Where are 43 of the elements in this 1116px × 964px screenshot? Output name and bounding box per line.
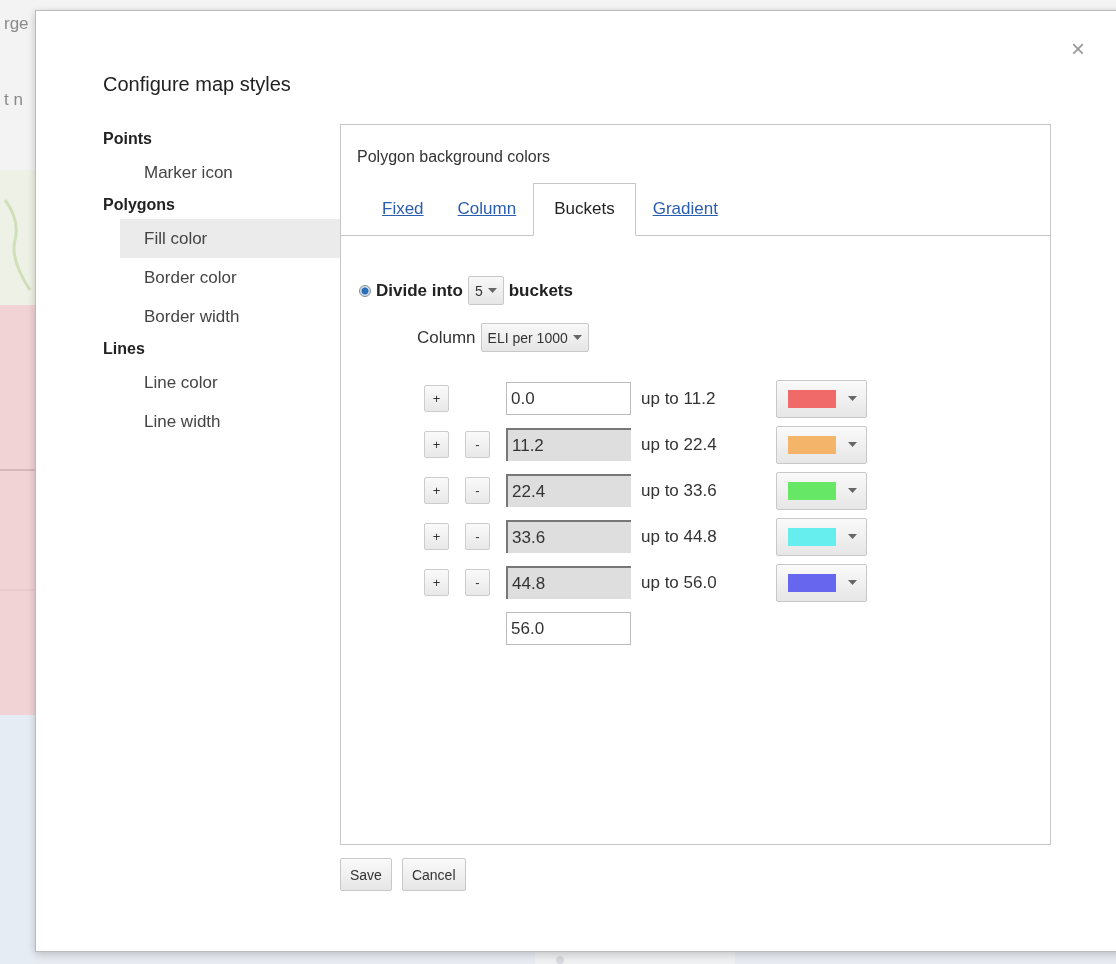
dialog-title: Configure map styles	[103, 73, 292, 97]
caret-icon	[487, 288, 497, 293]
column-label: Column	[417, 327, 476, 348]
bucket-start-field[interactable]: 0.0	[506, 382, 631, 415]
color-picker-button[interactable]	[776, 517, 867, 556]
sidebar-item[interactable]: Marker icon	[120, 153, 340, 192]
caret-icon	[848, 534, 857, 539]
color-picker-button[interactable]	[776, 379, 867, 418]
add-button[interactable]: +	[424, 385, 449, 412]
bucket-count-dropdown[interactable]: 5	[467, 276, 504, 305]
tab[interactable]: Buckets	[533, 183, 636, 236]
save-button[interactable]: Save	[340, 858, 392, 891]
sidebar-item[interactable]: Border color	[120, 258, 340, 297]
sidebar-heading: Polygons	[103, 195, 176, 215]
buckets-label: buckets	[508, 280, 573, 301]
caret-icon	[848, 488, 857, 493]
color-picker-button[interactable]	[776, 425, 867, 464]
radio-button[interactable]	[359, 284, 371, 297]
bucket-end-label: up to 22.4	[640, 434, 718, 455]
caret-icon	[848, 580, 857, 585]
tab[interactable]: Fixed	[365, 183, 441, 236]
caret-icon	[572, 335, 582, 340]
bucket-end-label: up to 56.0	[640, 572, 718, 593]
panel-title: Polygon background colors	[356, 147, 551, 167]
sidebar-item[interactable]: Line color	[120, 363, 340, 402]
caret-icon	[848, 442, 857, 447]
tab[interactable]: Column	[440, 183, 534, 236]
tab[interactable]: Gradient	[635, 183, 735, 236]
color-picker-button[interactable]	[776, 471, 867, 510]
bucket-end-label: up to 44.8	[640, 526, 718, 547]
sidebar-heading: Lines	[103, 339, 146, 359]
cancel-button[interactable]: Cancel	[401, 858, 466, 891]
bucket-end-label: up to 11.2	[640, 388, 717, 409]
bucket-end-field[interactable]: 56.0	[506, 612, 631, 645]
sidebar-heading: Points	[103, 129, 153, 149]
column-dropdown[interactable]: ELI per 1000	[480, 323, 589, 352]
caret-icon	[848, 396, 857, 401]
sidebar-item[interactable]: Border width	[120, 297, 340, 336]
sidebar-item[interactable]: Fill color	[120, 219, 340, 258]
bucket-end-label: up to 33.6	[640, 480, 718, 501]
sidebar-item[interactable]: Line width	[120, 402, 340, 441]
divide-label: Divide into	[376, 280, 463, 301]
color-picker-button[interactable]	[776, 563, 867, 602]
